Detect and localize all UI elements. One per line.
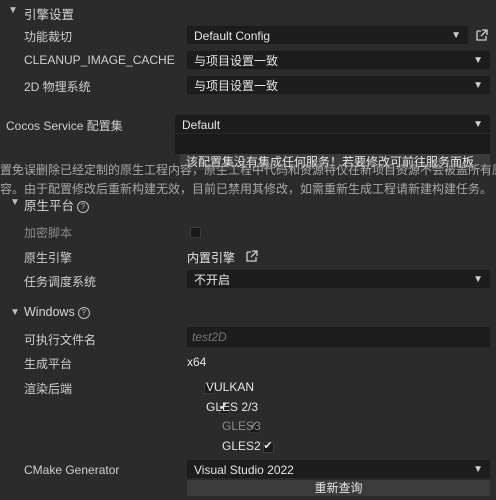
scheduler-label: 任务调度系统 xyxy=(24,275,97,289)
chevron-down-icon: ▼ xyxy=(473,119,483,130)
scheduler-value: 不开启 xyxy=(194,273,231,287)
collapse-engine-icon[interactable]: ▼ xyxy=(8,5,18,16)
gles3-label: GLES3 xyxy=(222,419,261,433)
scheduler-select[interactable]: 不开启 ▼ xyxy=(187,270,490,288)
windows-title-text: Windows xyxy=(24,305,75,319)
cleanup-value: 与项目设置一致 xyxy=(194,54,279,68)
vulkan-label: VULKAN xyxy=(206,380,255,394)
platform-label: 生成平台 xyxy=(24,357,73,371)
physics2d-value: 与项目设置一致 xyxy=(194,79,279,93)
physics2d-select[interactable]: 与项目设置一致 ▼ xyxy=(187,76,490,94)
collapse-native-icon[interactable]: ▼ xyxy=(10,197,20,208)
warning-line-1: 置免误删除已经定制的原生工程内容，原生工程中代码和资源特仅在新项目资源不会被盖所… xyxy=(0,163,496,177)
service-dropdown-panel xyxy=(175,134,490,154)
cmake-value: Visual Studio 2022 xyxy=(194,463,294,477)
gles23-label: GLES 2/3 xyxy=(206,400,259,414)
gles2-checkbox[interactable] xyxy=(263,439,275,454)
engine-section-title: 引擎设置 xyxy=(24,8,75,22)
encrypt-label: 加密脚本 xyxy=(24,226,73,240)
external-link-icon[interactable] xyxy=(475,28,489,42)
renderer-label: 渲染后端 xyxy=(24,382,73,396)
encrypt-checkbox[interactable] xyxy=(190,227,201,239)
gles2-label: GLES2 xyxy=(222,439,261,453)
chevron-down-icon: ▼ xyxy=(451,30,461,41)
cleanup-label: CLEANUP_IMAGE_CACHE xyxy=(24,53,175,67)
help-icon[interactable]: ? xyxy=(77,200,90,213)
feature-crop-select[interactable]: Default Config ▼ xyxy=(187,26,468,44)
chevron-down-icon: ▼ xyxy=(473,464,483,475)
collapse-windows-icon[interactable]: ▼ xyxy=(10,307,20,318)
chevron-down-icon: ▼ xyxy=(473,80,483,91)
cmake-label: CMake Generator xyxy=(24,463,120,477)
native-engine-value: 内置引擎 xyxy=(187,251,236,265)
refresh-button[interactable]: 重新查询 xyxy=(187,480,490,496)
service-label: Cocos Service 配置集 xyxy=(6,119,123,133)
feature-crop-label: 功能裁切 xyxy=(24,30,73,44)
cmake-select[interactable]: Visual Studio 2022 ▼ xyxy=(187,460,490,478)
exe-name-label: 可执行文件名 xyxy=(24,333,97,347)
cleanup-select[interactable]: 与项目设置一致 ▼ xyxy=(187,51,490,69)
chevron-down-icon: ▼ xyxy=(473,55,483,66)
native-engine-label: 原生引擎 xyxy=(24,251,73,265)
service-value: Default xyxy=(182,118,221,132)
feature-crop-value: Default Config xyxy=(194,29,271,43)
windows-section-title: Windows? xyxy=(24,305,90,319)
external-link-icon[interactable] xyxy=(245,249,259,263)
physics2d-label: 2D 物理系统 xyxy=(24,80,91,94)
native-section-title: 原生平台? xyxy=(24,195,90,214)
exe-name-input[interactable] xyxy=(187,327,490,347)
native-title-text: 原生平台 xyxy=(24,199,75,213)
service-select[interactable]: Default ▼ xyxy=(175,115,490,133)
chevron-down-icon: ▼ xyxy=(473,274,483,285)
help-icon[interactable]: ? xyxy=(77,306,90,319)
platform-value: x64 xyxy=(187,355,207,369)
